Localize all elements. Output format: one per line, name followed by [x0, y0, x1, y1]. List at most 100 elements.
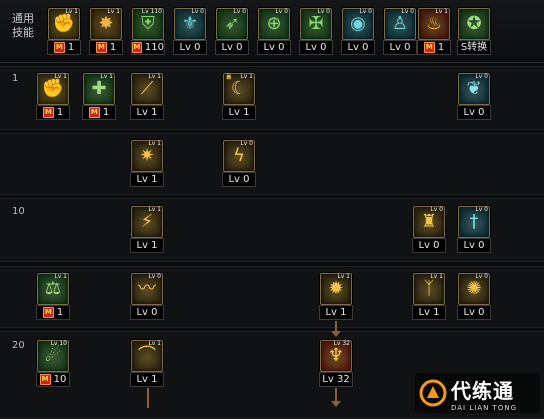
skill-slot-top-10[interactable]: ✪: [458, 8, 490, 40]
skill-slot-r4-1[interactable]: ⌒ Lv 1: [131, 340, 163, 372]
skill-slot-r4-2[interactable]: ♆ Lv 32: [320, 340, 352, 372]
prereq-arrow-head-2: [331, 401, 341, 407]
skill-level-label: M1: [36, 305, 70, 320]
skill-level-text: Lv 0: [179, 42, 201, 53]
skill-slot-r0-4[interactable]: ❦ Lv 0: [458, 73, 490, 105]
lock-slash-icon: ☾: [230, 78, 248, 99]
skill-slot-top-4[interactable]: ➶ Lv 0: [216, 8, 248, 40]
skill-slot-r1-1[interactable]: ϟ Lv 0: [223, 140, 255, 172]
skill-level-text: 1: [56, 307, 64, 318]
skill-slot-r0-2[interactable]: ⟋ Lv 1: [131, 73, 163, 105]
skill-slot-r3-3[interactable]: ᛉ Lv 1: [413, 273, 445, 305]
mastery-badge-icon: M: [42, 307, 54, 318]
skill-mini-level: Lv 1: [435, 8, 448, 15]
skill-slot-r3-0[interactable]: ⚖ Lv 1: [37, 273, 69, 305]
skill-mini-level: Lv 1: [148, 140, 161, 147]
common-skills-bar: 通用 技能 ✊ Lv 1 M 1 ✸ Lv 1 M 1 ⛨ Lv 110 M 110 ⚜ Lv 0 Lv 0…: [0, 0, 544, 63]
skill-level-text: 10: [53, 374, 67, 385]
lock-icon: 🔒: [225, 73, 233, 80]
skill-slot-top-1[interactable]: ✸ Lv 1: [90, 8, 122, 40]
skill-slot-top-5[interactable]: ⊕ Lv 0: [258, 8, 290, 40]
slash-icon: ⟋: [140, 78, 154, 99]
skill-slot-r3-2[interactable]: ✹ Lv 1: [320, 273, 352, 305]
skill-level-text: Lv 1: [136, 107, 158, 118]
skill-level-label: Lv 0: [412, 238, 446, 253]
skill-level-text: Lv 0: [221, 42, 243, 53]
skill-level-text: S转换: [460, 42, 488, 53]
skill-slot-r2-1[interactable]: ♜ Lv 0: [413, 206, 445, 238]
skill-slot-top-3[interactable]: ⚜ Lv 0: [174, 8, 206, 40]
level-label-10: 10: [12, 206, 25, 217]
skill-level-label: M 110: [131, 40, 165, 55]
skill-slot-r0-3[interactable]: ☾ Lv 1 🔒: [223, 73, 255, 105]
skill-slot-top-6[interactable]: ✠ Lv 0: [300, 8, 332, 40]
skill-slot-r4-0[interactable]: ☄ Lv 10: [37, 340, 69, 372]
skill-slot-top-2[interactable]: ⛨ Lv 110: [132, 8, 164, 40]
arm-swing-icon: ✊: [41, 78, 65, 99]
watermark-title: 代练通: [451, 378, 514, 403]
skill-mini-level: Lv 1: [148, 340, 161, 347]
skill-slot-r0-1[interactable]: ✚ Lv 1: [83, 73, 115, 105]
skill-mini-level: Lv 32: [333, 340, 350, 347]
skill-level-text: 1: [56, 107, 64, 118]
skill-level-label: Lv 0: [457, 238, 491, 253]
skill-slot-r2-0[interactable]: ⚡ Lv 1: [131, 206, 163, 238]
skill-mini-level: Lv 0: [359, 8, 372, 15]
skill-level-label: Lv 0: [130, 305, 164, 320]
armor-icon: ⛨: [141, 13, 155, 34]
skill-level-text: Lv 1: [228, 107, 250, 118]
rune-icon: ✠: [308, 13, 324, 34]
skill-mini-level: Lv 0: [233, 8, 246, 15]
skill-row-2: [0, 133, 544, 195]
skill-mini-level: Lv 110: [141, 8, 162, 15]
skill-slot-top-0[interactable]: ✊ Lv 1: [48, 8, 80, 40]
watermark-logo-icon: [415, 375, 451, 411]
skill-level-label: Lv 0: [299, 40, 333, 55]
feather-icon: ❦: [466, 78, 482, 99]
wing-slash-icon: 〰: [138, 278, 156, 299]
skill-mini-level: Lv 1: [148, 206, 161, 213]
skill-mini-level: Lv 1: [337, 273, 350, 280]
skill-level-label: S转换: [457, 40, 491, 55]
skill-level-label: M1: [36, 105, 70, 120]
skill-mini-level: Lv 0: [148, 273, 161, 280]
sweep-icon: ⌒: [138, 345, 156, 366]
skill-level-text: Lv 32: [322, 374, 350, 385]
skill-slot-r2-2[interactable]: † Lv 0: [458, 206, 490, 238]
skill-level-text: Lv 0: [228, 174, 250, 185]
level-label-20: 20: [12, 340, 25, 351]
skill-level-text: Lv 0: [347, 42, 369, 53]
skill-level-label: Lv 0: [457, 105, 491, 120]
skill-mini-level: Lv 0: [475, 273, 488, 280]
watermark: 代练通 DAI LIAN TONG: [415, 373, 540, 413]
common-skills-label: 通用 技能: [12, 12, 34, 39]
mastery-badge-icon: M: [39, 374, 51, 385]
skill-mini-level: Lv 0: [275, 8, 288, 15]
skill-level-label: Lv 1: [130, 372, 164, 387]
skill-slot-top-8[interactable]: ♙ Lv 0: [384, 8, 416, 40]
skill-level-label: M1: [89, 40, 123, 55]
skill-level-text: Lv 0: [463, 240, 485, 251]
swap-icon: ✪: [466, 13, 482, 34]
skill-level-label: Lv 0: [173, 40, 207, 55]
skill-slot-top-9[interactable]: ♨ Lv 1: [418, 8, 450, 40]
skill-level-label: Lv 32: [319, 372, 353, 387]
skill-level-text: Lv 0: [463, 307, 485, 318]
skill-slot-r3-1[interactable]: 〰 Lv 0: [131, 273, 163, 305]
skill-level-label: Lv 1: [222, 105, 256, 120]
skill-slot-top-7[interactable]: ◉ Lv 0: [342, 8, 374, 40]
skill-slot-r1-0[interactable]: ✷ Lv 1: [131, 140, 163, 172]
skill-mini-level: Lv 1: [148, 73, 161, 80]
level-label-1: 1: [12, 73, 19, 84]
prereq-arrow-line-2: [335, 388, 337, 402]
skill-mini-level: Lv 0: [430, 206, 443, 213]
skill-mini-level: Lv 0: [240, 140, 253, 147]
skill-slot-r3-4[interactable]: ✺ Lv 0: [458, 273, 490, 305]
skill-level-label: Lv 0: [215, 40, 249, 55]
skill-slot-r0-0[interactable]: ✊ Lv 1: [37, 73, 69, 105]
burst-icon: ✸: [98, 13, 114, 34]
skill-mini-level: Lv 1: [54, 73, 67, 80]
skill-level-text: Lv 0: [418, 240, 440, 251]
skill-mini-level: Lv 10: [50, 340, 67, 347]
skill-level-label: Lv 0: [457, 305, 491, 320]
